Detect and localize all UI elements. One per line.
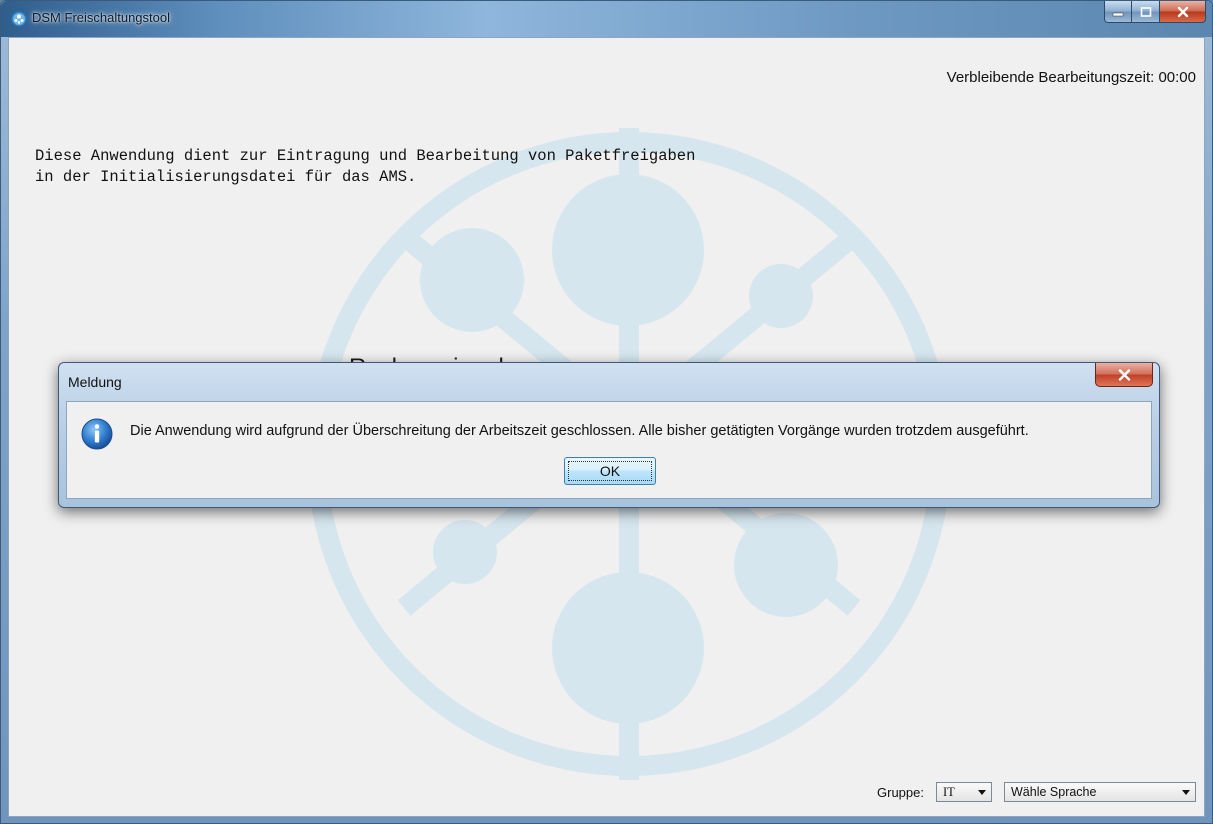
close-icon (1177, 6, 1188, 17)
group-select-value: IT (943, 784, 955, 799)
dialog-message: Die Anwendung wird aufgrund der Überschr… (130, 423, 1029, 439)
chevron-down-icon (978, 790, 986, 795)
close-icon (1118, 368, 1130, 381)
bottom-toolbar: Gruppe: IT Wähle Sprache (877, 782, 1196, 802)
language-select-value: Wähle Sprache (1011, 785, 1097, 799)
caption-buttons (1104, 1, 1206, 23)
app-icon (11, 11, 27, 27)
group-select[interactable]: IT (936, 782, 992, 802)
info-icon (81, 418, 113, 450)
ok-button[interactable]: OK (564, 457, 656, 485)
message-dialog: Meldung Die Anwendung wird aufgrund der … (58, 362, 1160, 508)
window-title: DSM Freischaltungstool (32, 10, 170, 25)
dialog-title: Meldung (68, 374, 122, 390)
window-close-button[interactable] (1160, 1, 1206, 23)
title-bar[interactable]: DSM Freischaltungstool (1, 1, 1212, 37)
chevron-down-icon (1182, 790, 1190, 795)
language-select[interactable]: Wähle Sprache (1004, 782, 1196, 802)
group-label: Gruppe: (877, 784, 924, 800)
minimize-button[interactable] (1104, 1, 1132, 23)
maximize-button[interactable] (1132, 1, 1160, 23)
minimize-icon (1112, 12, 1124, 16)
dialog-close-button[interactable] (1095, 363, 1153, 387)
focus-ring (568, 461, 652, 481)
remaining-time-label: Verbleibende Bearbeitungszeit: 00:00 (946, 69, 1196, 86)
maximize-icon (1140, 6, 1151, 17)
dialog-body: Die Anwendung wird aufgrund der Überschr… (66, 401, 1152, 499)
intro-text: Diese Anwendung dient zur Eintragung und… (35, 147, 696, 186)
